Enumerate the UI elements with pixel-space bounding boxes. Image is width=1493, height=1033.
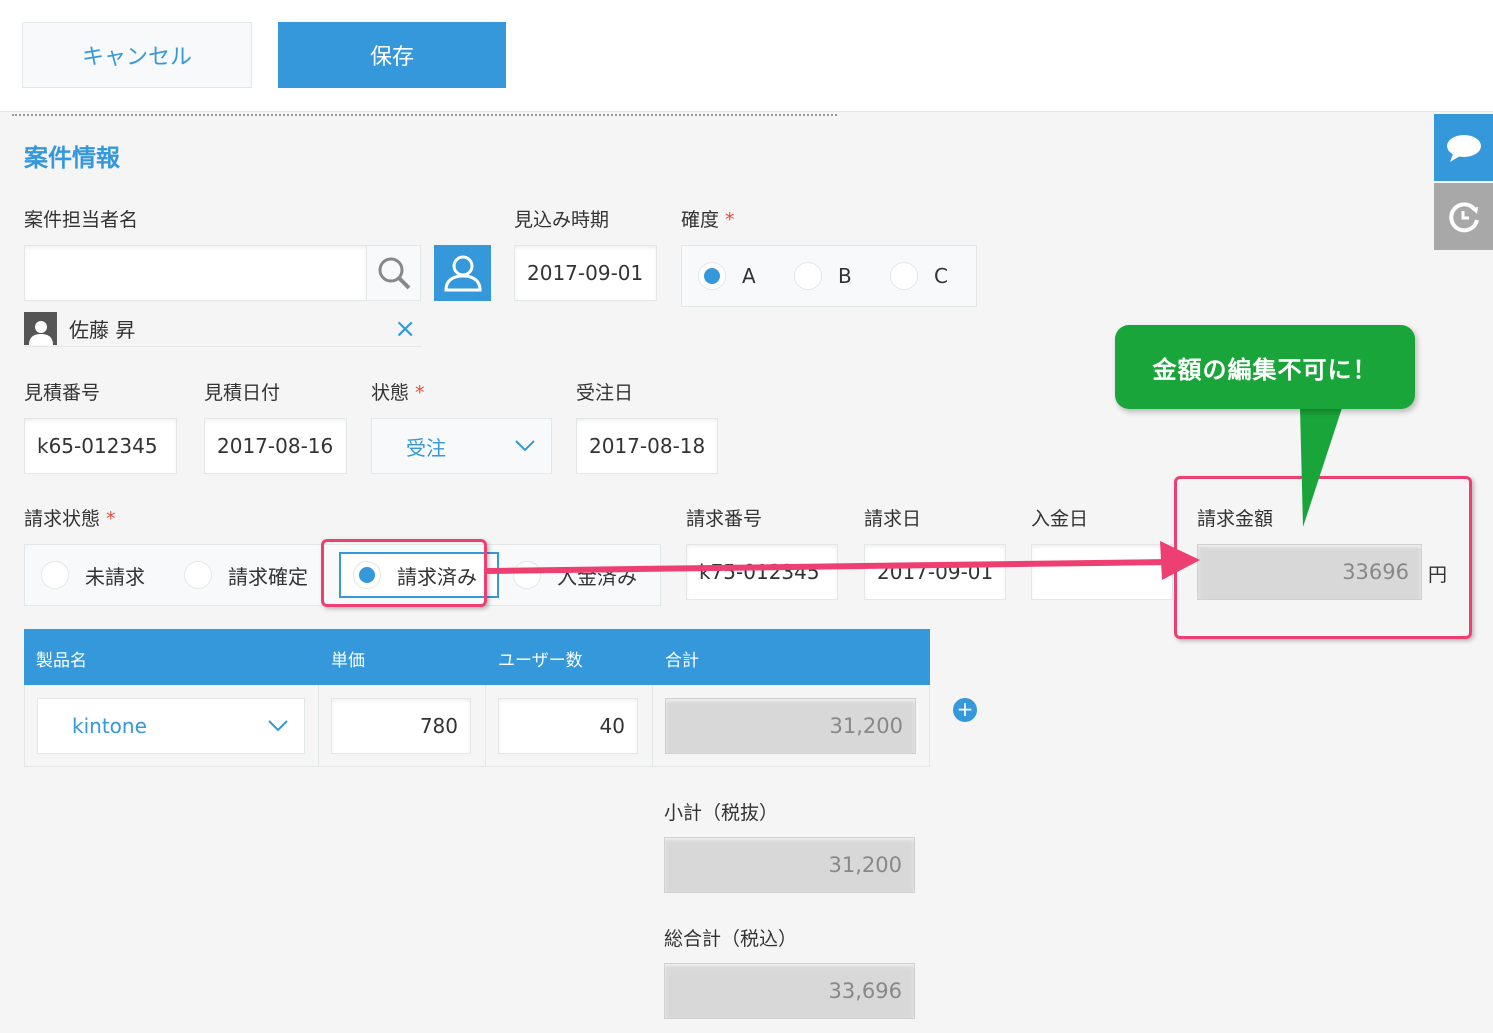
callout-tail bbox=[1300, 408, 1342, 527]
annotation-overlay bbox=[486, 408, 1342, 580]
arrow-head bbox=[1160, 541, 1200, 580]
arrow-line bbox=[486, 559, 1169, 574]
callout-note: 金額の編集不可に！ bbox=[1115, 325, 1415, 409]
